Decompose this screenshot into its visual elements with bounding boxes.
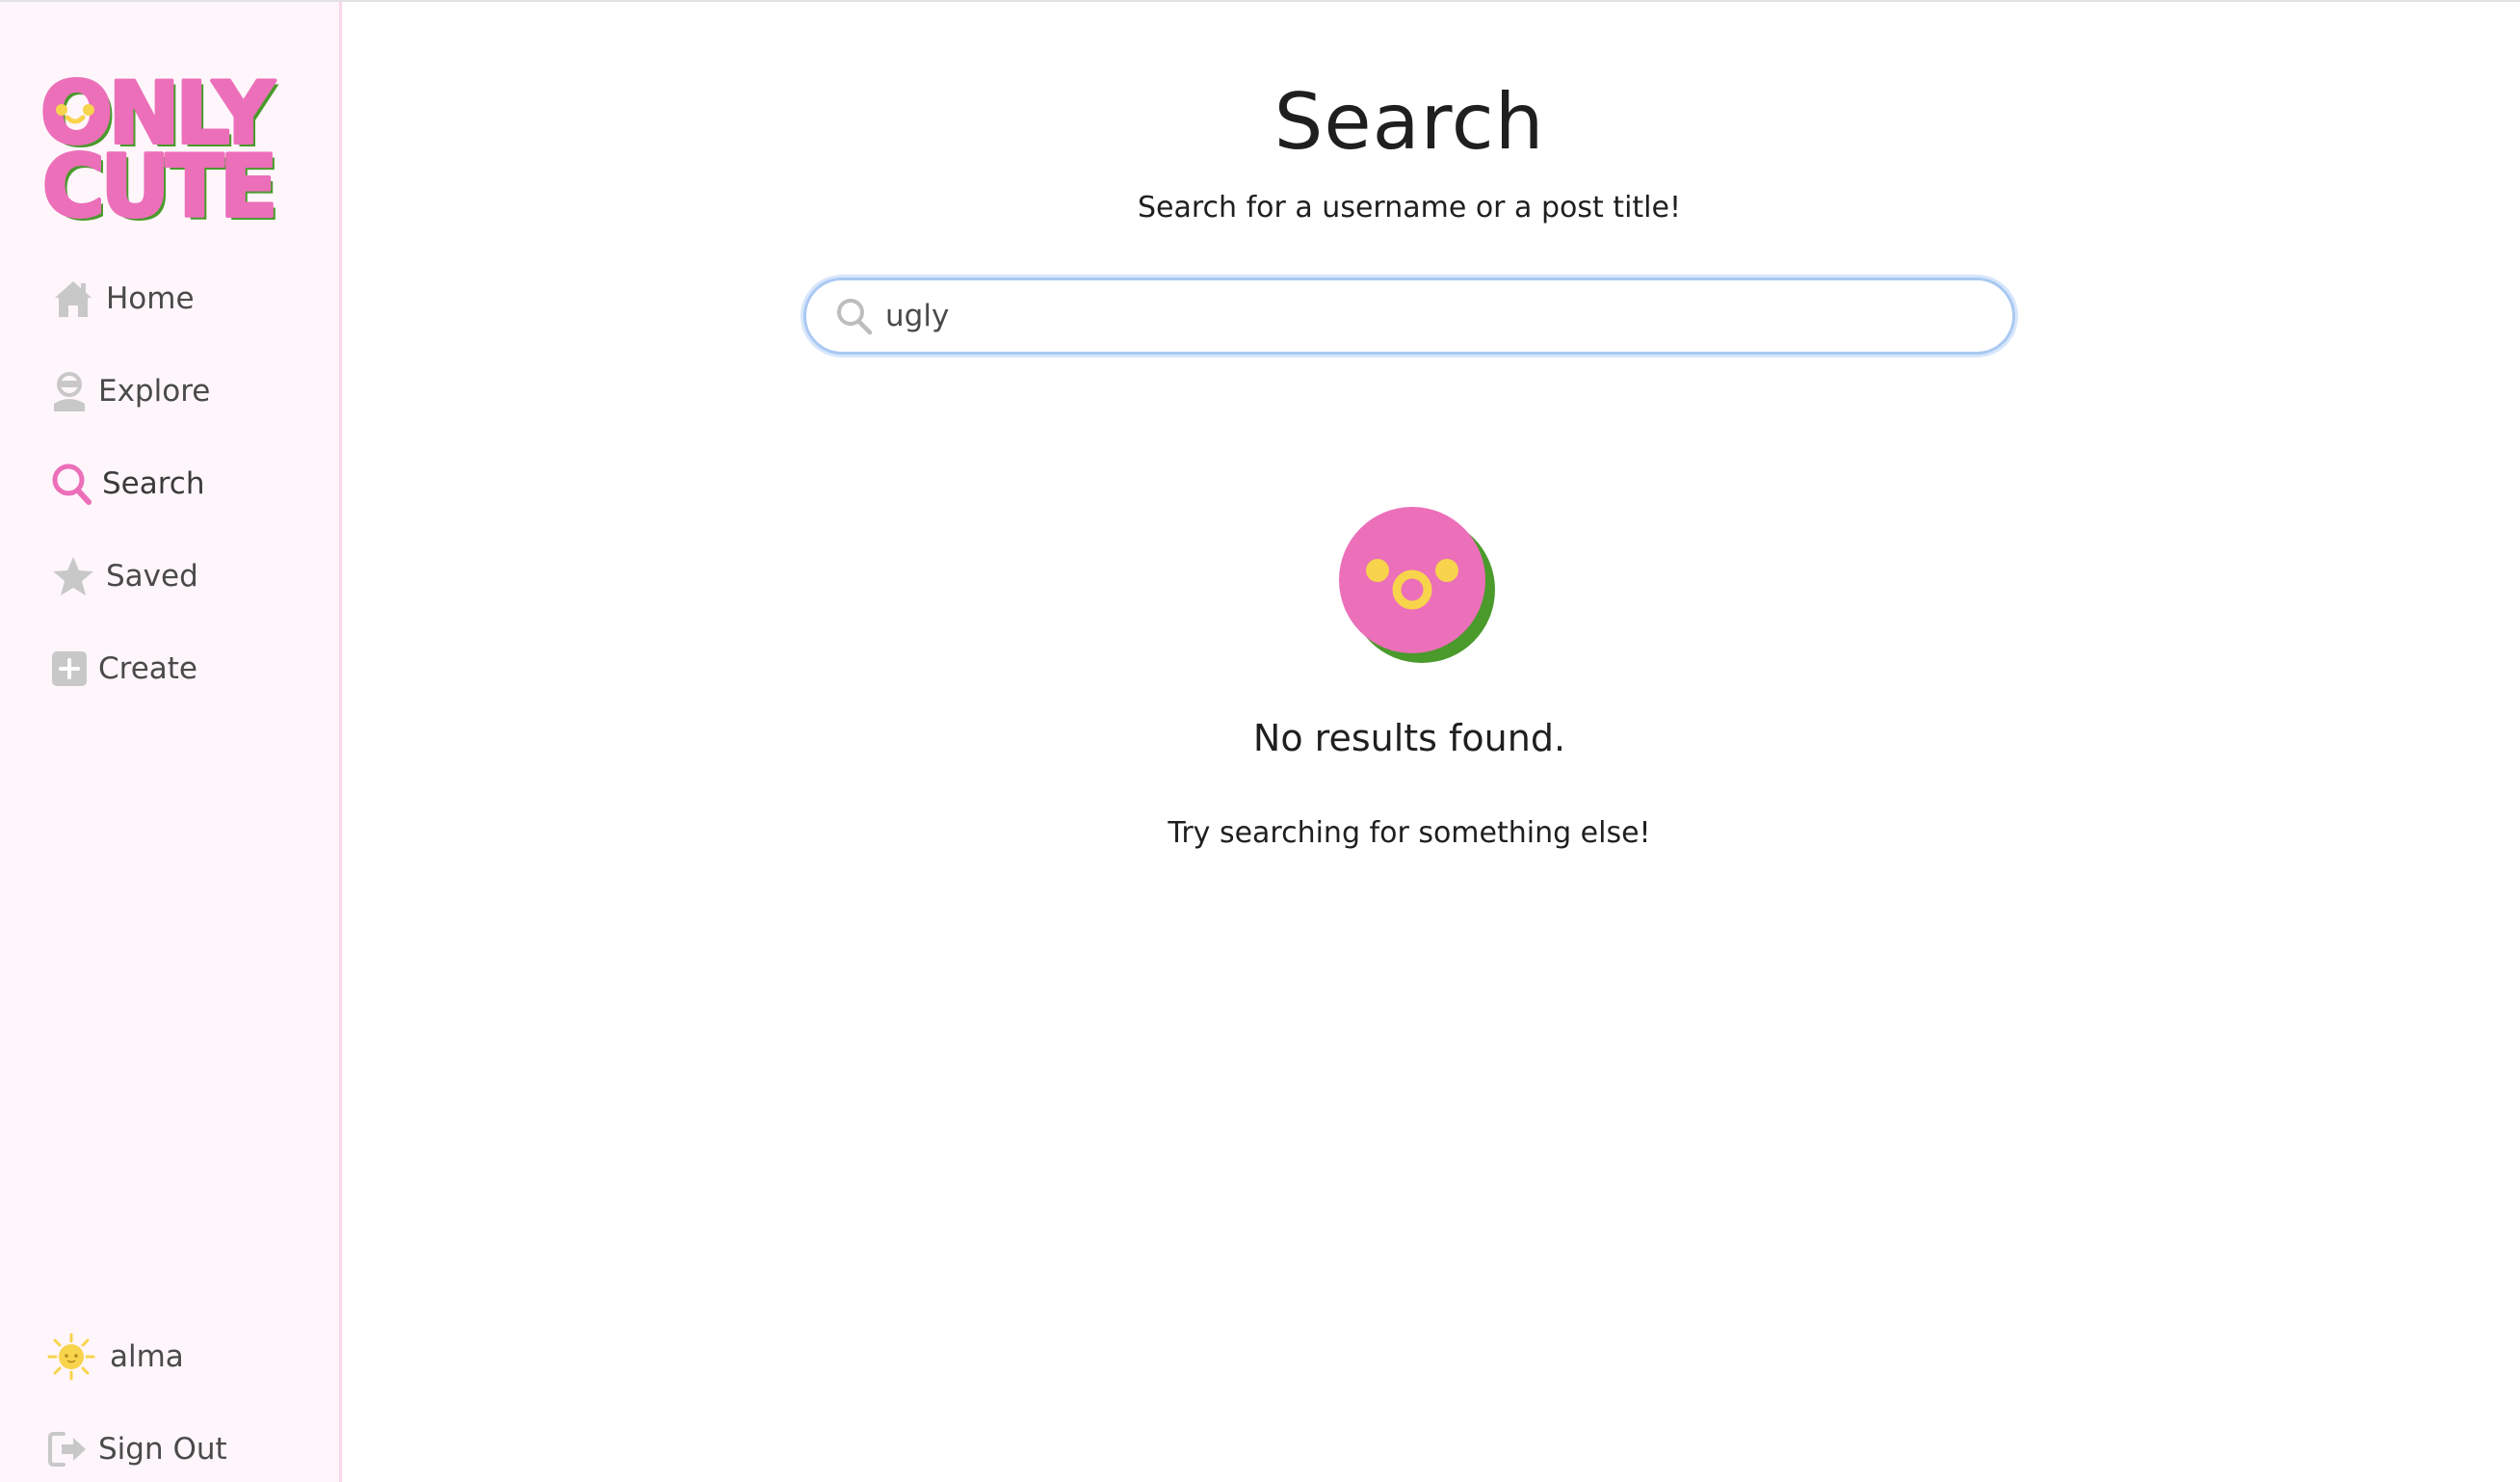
explore-icon [50, 368, 89, 414]
svg-text:CUTE: CUTE [42, 137, 274, 225]
search-bar[interactable] [803, 278, 2015, 355]
sidebar-item-label: Search [102, 466, 205, 501]
star-icon [50, 553, 96, 599]
search-icon [50, 461, 92, 507]
empty-state-title: No results found. [1252, 717, 1566, 759]
sidebar-item-label: Explore [98, 374, 211, 409]
user-profile-link[interactable]: alma [46, 1328, 184, 1386]
only-cute-logo[interactable]: ONLY CUTE ONLY CUTE [39, 67, 308, 225]
sign-out-button[interactable]: Sign Out [46, 1420, 227, 1478]
search-icon [833, 295, 876, 337]
sidebar-item-explore[interactable]: Explore [50, 362, 210, 420]
sidebar-item-saved[interactable]: Saved [50, 547, 198, 605]
sign-out-label: Sign Out [98, 1432, 227, 1467]
app-window: ONLY CUTE ONLY CUTE Home Explore Search … [0, 0, 2520, 1482]
surprised-face-icon [1339, 507, 1495, 663]
sign-out-icon [46, 1424, 89, 1474]
sidebar-item-home[interactable]: Home [50, 270, 195, 328]
plus-square-icon [50, 646, 89, 692]
home-icon [50, 276, 96, 322]
sidebar: ONLY CUTE ONLY CUTE Home Explore Search … [0, 2, 342, 1482]
username: alma [110, 1339, 184, 1374]
sidebar-item-label: Create [98, 651, 198, 686]
sun-avatar-icon [46, 1332, 96, 1382]
sidebar-item-label: Home [106, 281, 195, 316]
sidebar-item-search[interactable]: Search [50, 455, 205, 513]
page-subtitle: Search for a username or a post title! [1138, 191, 1681, 225]
search-input[interactable] [883, 286, 1947, 346]
page-title: Search [1273, 77, 1545, 167]
sidebar-item-label: Saved [106, 559, 198, 594]
main-content: Search Search for a username or a post t… [345, 2, 2520, 1482]
empty-state-subtitle: Try searching for something else! [1168, 816, 1651, 850]
sidebar-item-create[interactable]: Create [50, 640, 197, 698]
